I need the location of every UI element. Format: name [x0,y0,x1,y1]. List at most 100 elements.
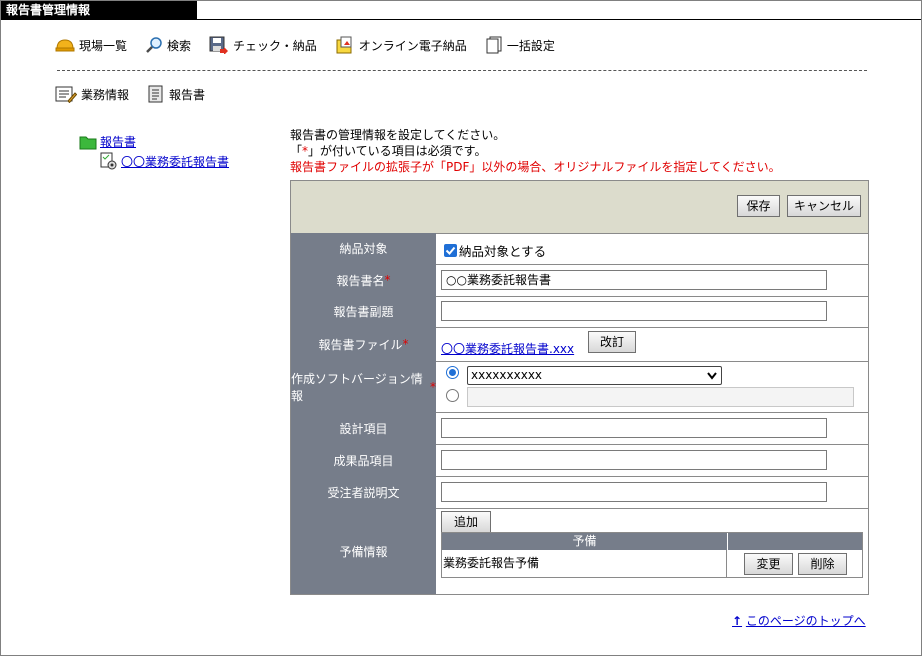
version-radio-text[interactable] [446,389,459,402]
page-top-link-label: このページのトップへ [745,614,866,628]
hardhat-icon [55,39,75,52]
message-line-2: 「*」が付いている項目は必須です。 [290,143,781,159]
design-item-input[interactable] [441,418,827,438]
label-reserve-info-text: 予備情報 [339,544,388,559]
label-deliverable-item-text: 成果品項目 [333,453,394,468]
delivery-target-checkbox[interactable] [444,244,457,257]
reserve-row-name: 業務委託報告予備 [442,550,727,577]
version-text-input[interactable] [467,387,854,407]
required-mark: * [430,379,436,394]
sub-toolbar: 業務情報 報告書 [55,84,223,104]
magnifier-icon [146,37,162,53]
radio-dot [449,369,456,376]
label-contractor-description-text: 受注者説明文 [327,485,400,500]
label-reserve-info: 予備情報 [291,508,436,594]
arrow-up-icon: ↑ [732,614,743,628]
toolbar-site-list-label: 現場一覧 [79,38,128,53]
documents-icon [486,36,502,54]
message-line-3: 報告書ファイルの拡張子が「PDF」以外の場合、オリジナルファイルを指定してくださ… [290,160,781,174]
label-report-file-text: 報告書ファイル [318,337,403,352]
delete-button[interactable]: 削除 [798,553,847,575]
toolbar-check-delivery[interactable]: チェック・納品 [209,36,317,54]
message-line-1: 報告書の管理情報を設定してください。 [290,128,506,142]
deliverable-item-input[interactable] [441,450,827,470]
row-report-name: 報告書名 * ○○業務委託報告書 [291,264,868,297]
folder-icon [79,136,97,149]
row-report-subtitle: 報告書副題 [291,296,868,328]
toolbar-online-delivery[interactable]: オンライン電子納品 [335,36,467,54]
version-radio-select[interactable] [446,366,459,379]
label-contractor-description: 受注者説明文 [291,476,436,508]
subnav-business-info[interactable]: 業務情報 [55,85,129,103]
add-button[interactable]: 追加 [441,511,491,533]
subnav-report[interactable]: 報告書 [147,85,205,103]
panel-header: 保存 キャンセル [291,181,868,234]
message-line-2-text: 」が付いている項目は必須です。 [308,144,487,158]
report-name-input[interactable]: ○○業務委託報告書 [441,270,827,290]
label-deliverable-item: 成果品項目 [291,444,436,476]
title-underline [197,19,921,20]
main-window: 報告書管理情報 現場一覧 検索 チェック・納品 オンライン電子納品 一括設定 業… [0,0,922,656]
label-report-subtitle-text: 報告書副題 [333,305,394,319]
reserve-table-header: 予備 [442,533,862,550]
label-software-version: 作成ソフトバージョン情報 * [291,361,436,412]
row-reserve-info: 予備情報 追加 予備 業務委託報告予備 変更 削除 [291,508,868,594]
tree-child-link[interactable]: 〇〇業務委託報告書 [121,153,229,170]
label-delivery-target: 納品対象 [291,233,436,264]
required-mark: * [402,337,409,351]
required-mark: * [384,273,391,287]
toolbar-bulk-settings[interactable]: 一括設定 [485,36,555,54]
version-select-value: xxxxxxxxxx [471,368,543,382]
toolbar-site-list[interactable]: 現場一覧 [55,37,127,54]
tree-root: 報告書 [79,133,229,150]
window-title: 報告書管理情報 [1,1,197,20]
reserve-actions-header [728,533,862,550]
page-top-link[interactable]: ↑ このページのトップへ [732,612,866,629]
main-toolbar: 現場一覧 検索 チェック・納品 オンライン電子納品 一括設定 [55,35,573,55]
row-contractor-description: 受注者説明文 [291,476,868,509]
toolbar-bulk-settings-label: 一括設定 [506,38,555,53]
business-info-icon [55,86,77,103]
label-report-name: 報告書名 * [291,264,436,296]
online-delivery-icon [336,36,352,54]
row-delivery-target: 納品対象 納品対象とする [291,233,868,265]
label-delivery-target-text: 納品対象 [339,242,388,256]
revise-button[interactable]: 改訂 [588,331,636,353]
disk-check-icon [209,36,229,54]
save-button[interactable]: 保存 [737,195,780,217]
label-report-file: 報告書ファイル * [291,327,436,361]
version-select[interactable]: xxxxxxxxxx [467,366,722,385]
delivery-target-checkbox-label: 納品対象とする [459,244,547,259]
row-software-version: 作成ソフトバージョン情報 * xxxxxxxxxx [291,361,868,413]
checkmark-icon [445,246,456,255]
change-button[interactable]: 変更 [744,553,793,575]
subnav-report-label: 報告書 [169,87,206,102]
label-design-item-text: 設計項目 [339,421,388,436]
row-report-file: 報告書ファイル * 〇〇業務委託報告書.xxx 改訂 [291,327,868,362]
row-deliverable-item: 成果品項目 [291,444,868,477]
chevron-down-icon [707,372,717,380]
toolbar-divider [57,70,867,71]
cancel-button[interactable]: キャンセル [787,195,861,217]
label-report-name-text: 報告書名 [336,273,385,288]
message-line-2-open: 「 [290,144,303,158]
reserve-column-header: 予備 [442,533,728,550]
tree-root-link[interactable]: 報告書 [100,133,136,150]
label-report-subtitle: 報告書副題 [291,296,436,327]
report-file-link[interactable]: 〇〇業務委託報告書.xxx [441,340,574,357]
reserve-table: 予備 業務委託報告予備 変更 削除 [441,532,863,578]
toolbar-check-delivery-label: チェック・納品 [233,38,317,53]
subnav-business-info-label: 業務情報 [81,87,130,102]
report-tree: 報告書 〇〇業務委託報告書 [79,133,229,170]
report-icon [148,85,163,103]
row-design-item: 設計項目 [291,412,868,445]
toolbar-online-delivery-label: オンライン電子納品 [358,38,467,53]
toolbar-search-label: 検索 [167,38,192,53]
label-design-item: 設計項目 [291,412,436,444]
report-subtitle-input[interactable] [441,301,827,321]
table-row: 業務委託報告予備 変更 削除 [442,550,862,577]
label-software-version-text: 作成ソフトバージョン情報 [291,371,423,403]
document-gear-icon [100,152,117,170]
toolbar-search[interactable]: 検索 [145,36,191,54]
contractor-description-input[interactable] [441,482,827,502]
